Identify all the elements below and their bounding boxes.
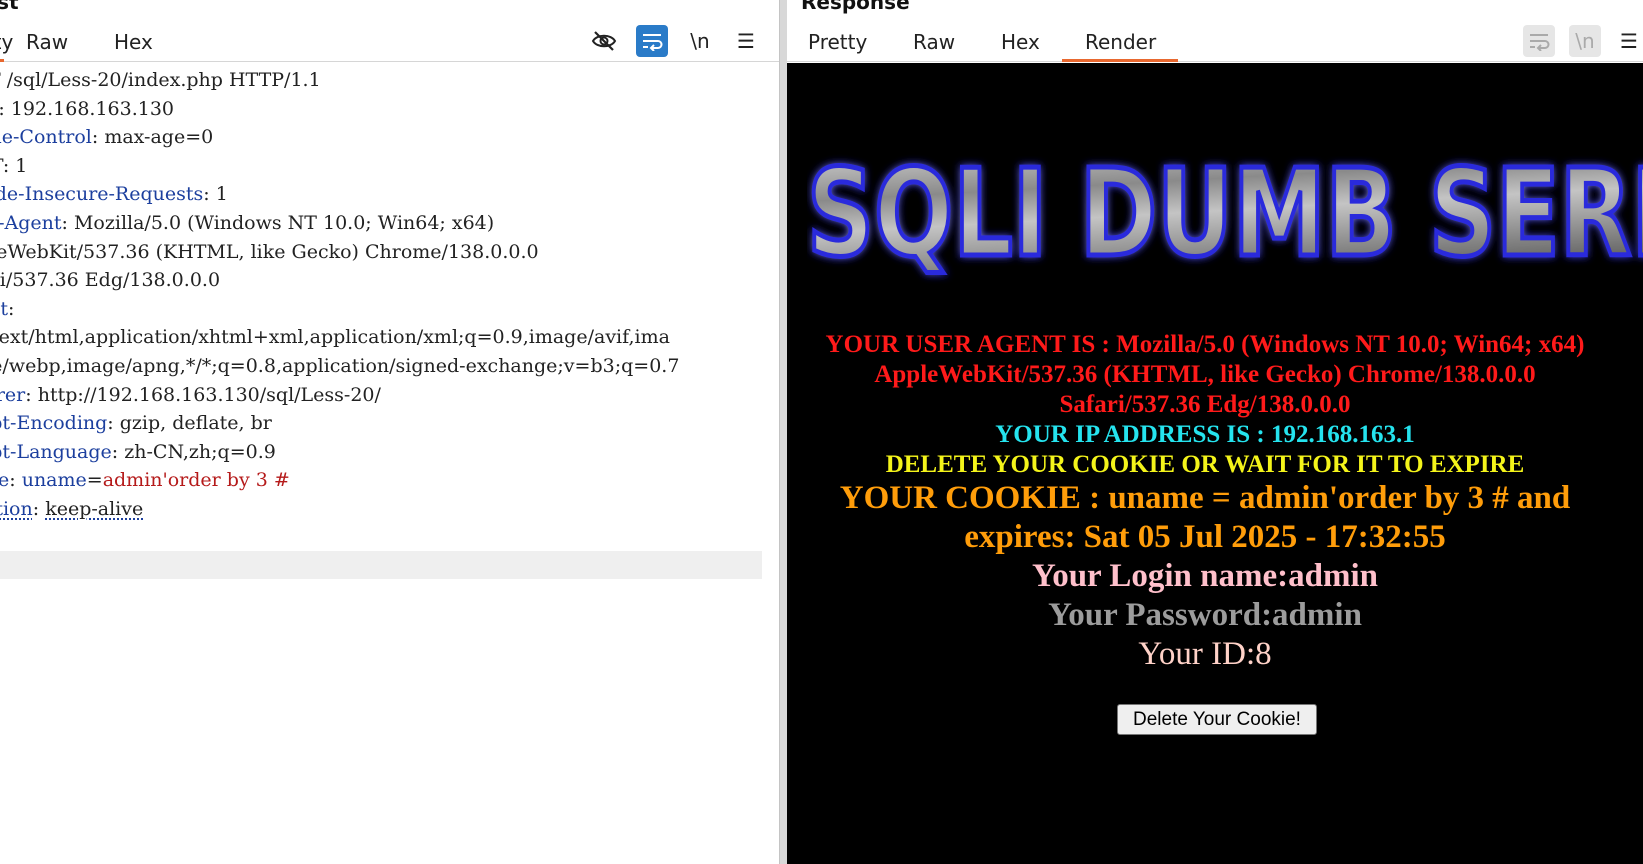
header-key: User-Agent xyxy=(0,211,62,234)
newline-icon: \n xyxy=(1575,29,1595,53)
response-menu-button[interactable]: ☰ xyxy=(1613,25,1643,57)
user-agent-line-1: YOUR USER AGENT IS : Mozilla/5.0 (Window… xyxy=(825,331,1585,358)
tab-render[interactable]: Render xyxy=(1085,30,1156,54)
request-line-9: Accept: xyxy=(0,295,770,324)
request-line-14: Accept-Language: zh-CN,zh;q=0.9 xyxy=(0,438,770,467)
header-separator: : xyxy=(107,412,120,435)
header-key: Referer xyxy=(0,383,26,406)
password-line: Your Password:admin xyxy=(1048,597,1362,633)
header-separator: : xyxy=(25,383,38,406)
request-line-15: Cookie: uname=admin'order by 3 # xyxy=(0,466,770,495)
request-line-11: ge/webp,image/apng,*/*;q=0.8,application… xyxy=(0,352,770,381)
request-line-text: text/html,application/xhtml+xml,applicat… xyxy=(0,326,670,349)
header-value: http://192.168.163.130/sql/Less-20/ xyxy=(37,383,381,406)
response-tabbar: Pretty Raw Hex Render \n ☰ xyxy=(787,22,1643,62)
sqli-dumb-logo: SQLI DUMB SERIES xyxy=(807,143,1643,287)
rendered-page: SQLI DUMB SERIES YOUR USER AGENT IS : Mo… xyxy=(787,63,1643,864)
newline-icon: \n xyxy=(690,29,710,53)
header-key: Cookie xyxy=(0,469,10,492)
tab-hex[interactable]: Hex xyxy=(1001,30,1040,54)
show-newlines-button[interactable]: \n xyxy=(684,25,716,57)
response-pane: Response Pretty Raw Hex Render \n ☰ SQLI… xyxy=(787,0,1643,864)
request-menu-button[interactable]: ☰ xyxy=(730,25,762,57)
eye-slash-icon xyxy=(591,31,617,51)
request-line-12: Referer: http://192.168.163.130/sql/Less… xyxy=(0,381,770,410)
response-title: Response xyxy=(801,0,910,14)
header-separator: : xyxy=(32,497,46,520)
request-line-text: Host: 192.168.163.130 xyxy=(0,97,175,120)
user-agent-line-3: Safari/537.36 Edg/138.0.0.0 xyxy=(1059,391,1351,418)
header-separator: : xyxy=(9,469,22,492)
current-line-highlight[interactable] xyxy=(0,551,762,579)
header-separator: : xyxy=(91,126,105,149)
header-key: Accept-Encoding xyxy=(0,412,108,435)
hamburger-menu-icon: ☰ xyxy=(737,29,755,53)
header-separator: : xyxy=(111,440,125,463)
request-active-tab-indicator xyxy=(0,59,4,62)
hide-nonprinting-button[interactable] xyxy=(588,25,620,57)
pane-divider[interactable] xyxy=(779,0,787,864)
request-line-2: Host: 192.168.163.130 xyxy=(0,95,770,124)
request-line-1: GET /sql/Less-20/index.php HTTP/1.1 xyxy=(0,66,770,95)
wrap-icon xyxy=(1530,34,1550,51)
wrap-icon xyxy=(643,34,663,51)
header-separator: : xyxy=(8,297,15,320)
header-value: zh-CN,zh;q=0.9 xyxy=(124,440,276,463)
request-line-text: Safari/537.36 Edg/138.0.0.0 xyxy=(0,269,221,292)
logo-text: SQLI DUMB SERIES xyxy=(807,145,1643,284)
hamburger-menu-icon: ☰ xyxy=(1620,29,1638,53)
request-line-16: Connection: keep-alive xyxy=(0,495,770,524)
request-line-3: Cache-Control: max-age=0 xyxy=(0,123,770,152)
user-id-line: Your ID:8 xyxy=(1138,636,1272,672)
header-separator: : xyxy=(203,183,216,206)
header-key: Connection xyxy=(0,497,33,520)
request-line-5: Upgrade-Insecure-Requests: 1 xyxy=(0,180,770,209)
header-value: 1 xyxy=(215,183,228,206)
request-tabbar: Pretty Raw Hex \n ☰ xyxy=(0,22,781,62)
delete-cookie-button[interactable]: Delete Your Cookie! xyxy=(1117,704,1317,735)
header-key: Accept-Language xyxy=(0,440,112,463)
request-line-13: Accept-Encoding: gzip, deflate, br xyxy=(0,409,770,438)
header-value: gzip, deflate, br xyxy=(119,412,272,435)
tab-raw[interactable]: Raw xyxy=(913,30,955,54)
header-value: Mozilla/5.0 (Windows NT 10.0; Win64; x64… xyxy=(73,211,495,234)
request-line-text: DNT: 1 xyxy=(0,154,28,177)
cookie-line-2: expires: Sat 05 Jul 2025 - 17:32:55 xyxy=(964,519,1446,555)
request-editor[interactable]: GET /sql/Less-20/index.php HTTP/1.1 Host… xyxy=(0,66,770,524)
request-line-8: Safari/537.36 Edg/138.0.0.0 xyxy=(0,266,770,295)
cookie-equals: = xyxy=(86,469,103,492)
tab-pretty[interactable]: Pretty xyxy=(808,30,867,54)
wrap-lines-button[interactable] xyxy=(636,25,668,57)
header-key: Accept xyxy=(0,297,9,320)
request-line-7: AppleWebKit/537.36 (KHTML, like Gecko) C… xyxy=(0,238,770,267)
header-value: keep-alive xyxy=(45,497,144,520)
request-line-6: User-Agent: Mozilla/5.0 (Windows NT 10.0… xyxy=(0,209,770,238)
header-key: Upgrade-Insecure-Requests xyxy=(0,183,204,206)
user-agent-line-2: AppleWebKit/537.36 (KHTML, like Gecko) C… xyxy=(874,361,1536,388)
cookie-value: admin'order by 3 # xyxy=(102,469,290,492)
tab-pretty[interactable]: Pretty xyxy=(0,30,13,54)
tab-hex[interactable]: Hex xyxy=(114,30,153,54)
login-name-line: Your Login name:admin xyxy=(1032,558,1378,594)
show-newlines-button[interactable]: \n xyxy=(1569,25,1601,57)
request-line-text: GET /sql/Less-20/index.php HTTP/1.1 xyxy=(0,69,321,91)
header-key: Cache-Control xyxy=(0,126,92,149)
cookie-line-1: YOUR COOKIE : uname = admin'order by 3 #… xyxy=(839,480,1571,516)
wrap-lines-button[interactable] xyxy=(1523,25,1555,57)
request-line-text: ge/webp,image/apng,*/*;q=0.8,application… xyxy=(0,354,680,377)
request-line-10: text/html,application/xhtml+xml,applicat… xyxy=(0,323,770,352)
request-title: Request xyxy=(0,0,19,14)
request-line-4: DNT: 1 xyxy=(0,152,770,181)
request-line-text: AppleWebKit/537.36 (KHTML, like Gecko) C… xyxy=(0,240,539,263)
ip-address-line: YOUR IP ADDRESS IS : 192.168.163.1 xyxy=(995,421,1415,448)
request-pane: Request Pretty Raw Hex \n ☰ xyxy=(0,0,781,864)
response-active-tab-indicator xyxy=(1062,59,1178,62)
delete-cookie-hint: DELETE YOUR COOKIE OR WAIT FOR IT TO EXP… xyxy=(885,451,1525,478)
tab-raw[interactable]: Raw xyxy=(26,30,68,54)
header-separator: : xyxy=(61,211,74,234)
header-value: max-age=0 xyxy=(104,126,214,149)
cookie-name: uname xyxy=(21,469,87,492)
